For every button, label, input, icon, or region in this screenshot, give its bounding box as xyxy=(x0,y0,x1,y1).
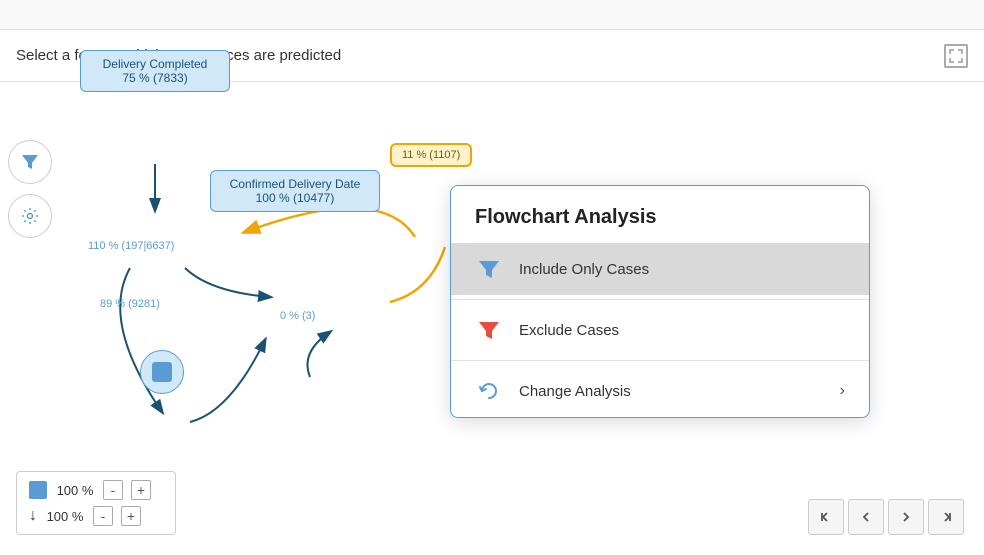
menu-item-change-analysis[interactable]: Change Analysis › xyxy=(451,365,869,417)
menu-item-change-label: Change Analysis xyxy=(519,383,631,400)
context-menu-title: Flowchart Analysis xyxy=(451,186,869,243)
node-delivery-completed[interactable]: Delivery Completed 75 % (7833) xyxy=(80,50,230,92)
top-bar xyxy=(0,0,984,30)
node-confirmed-delivery-label: Confirmed Delivery Date xyxy=(221,177,369,191)
legend-row-arrow: ↓ 100 % - + xyxy=(29,506,163,526)
filter-red-icon xyxy=(475,316,503,344)
node-delivery-completed-stats: 75 % (7833) xyxy=(91,71,219,85)
legend-arrow-icon: ↓ xyxy=(29,507,37,525)
legend-box-icon xyxy=(29,481,47,499)
edge-label-e2: 89 % (9281) xyxy=(100,298,160,310)
menu-item-include-label: Include Only Cases xyxy=(519,261,649,278)
legend-box-pct: 100 % xyxy=(55,483,95,498)
expand-icon[interactable] xyxy=(944,44,968,68)
context-menu: Flowchart Analysis Include Only Cases Ex… xyxy=(450,185,870,418)
nav-next-btn[interactable] xyxy=(888,499,924,535)
node-confirmed-delivery[interactable]: Confirmed Delivery Date 100 % (10477) xyxy=(210,170,380,212)
legend-arrow-plus[interactable]: + xyxy=(121,506,141,526)
nav-prev-btn[interactable] xyxy=(848,499,884,535)
menu-item-exclude-label: Exclude Cases xyxy=(519,322,619,339)
filter-blue-icon xyxy=(475,255,503,283)
nav-next-next-btn[interactable] xyxy=(928,499,964,535)
nav-buttons xyxy=(808,499,964,535)
stop-inner-icon xyxy=(152,362,172,382)
menu-divider-1 xyxy=(451,299,869,300)
legend-box-plus[interactable]: + xyxy=(131,480,151,500)
legend-arrow-minus[interactable]: - xyxy=(93,506,113,526)
menu-divider-2 xyxy=(451,360,869,361)
menu-item-include-only-cases[interactable]: Include Only Cases xyxy=(451,243,869,295)
bottom-legend: 100 % - + ↓ 100 % - + xyxy=(16,471,176,535)
node-highlight-label: 11 % (1107) xyxy=(402,149,460,161)
edge-label-e1: 110 % (197|6637) xyxy=(88,240,174,252)
chevron-right-icon: › xyxy=(840,382,845,400)
legend-row-box: 100 % - + xyxy=(29,480,163,500)
edge-label-e3: 0 % (3) xyxy=(280,310,315,322)
nav-prev-prev-btn[interactable] xyxy=(808,499,844,535)
node-stop[interactable] xyxy=(140,350,184,394)
legend-box-minus[interactable]: - xyxy=(103,480,123,500)
main-area: Select a feature which occurrences are p… xyxy=(0,0,984,555)
node-highlight[interactable]: 11 % (1107) xyxy=(390,143,472,167)
node-confirmed-delivery-stats: 100 % (10477) xyxy=(221,191,369,205)
refresh-icon xyxy=(475,377,503,405)
legend-arrow-pct: 100 % xyxy=(45,509,85,524)
menu-item-exclude-cases[interactable]: Exclude Cases xyxy=(451,304,869,356)
node-delivery-completed-label: Delivery Completed xyxy=(91,57,219,71)
